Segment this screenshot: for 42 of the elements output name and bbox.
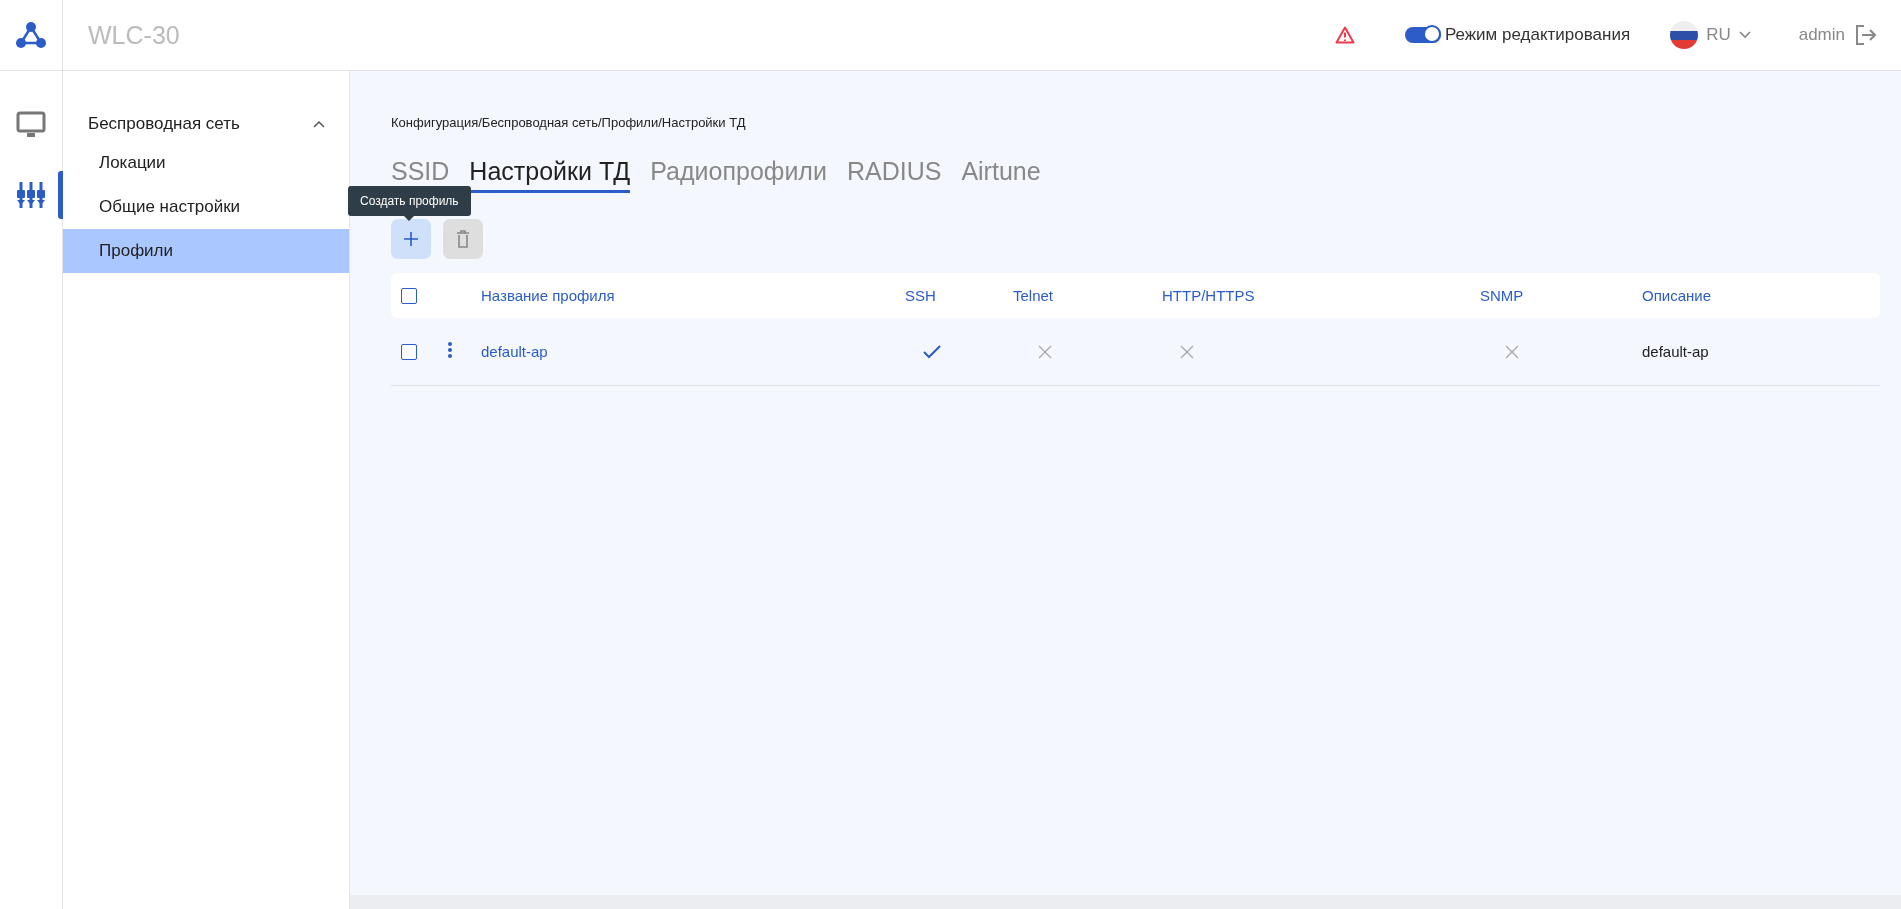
equalizer-icon — [16, 181, 46, 209]
cross-icon — [1505, 344, 1519, 359]
sidebar-group[interactable]: Беспроводная сеть — [63, 107, 349, 141]
edit-mode-toggle[interactable]: Режим редактирования — [1404, 25, 1631, 45]
sidebar-item[interactable]: Локации — [63, 141, 349, 185]
column-header[interactable]: HTTP/HTTPS — [1162, 287, 1480, 304]
select-all-checkbox[interactable] — [401, 287, 417, 304]
cross-icon — [1038, 344, 1052, 359]
language-selector[interactable]: RU — [1670, 21, 1751, 49]
monitor-icon — [16, 111, 46, 139]
chevron-icon — [313, 120, 325, 128]
tab[interactable]: Радиопрофили — [650, 156, 827, 193]
row-checkbox[interactable] — [401, 343, 417, 360]
cross-icon — [1180, 344, 1194, 359]
sidebar-item[interactable]: Общие настройки — [63, 185, 349, 229]
warning-icon[interactable] — [1334, 26, 1355, 44]
tooltip: Создать профиль — [348, 186, 471, 221]
column-header[interactable]: SSH — [905, 287, 1013, 304]
column-header[interactable]: Название профиля — [481, 287, 905, 304]
profile-name-link[interactable]: default-ap — [481, 342, 548, 360]
check-icon — [923, 344, 941, 359]
column-header[interactable]: Telnet — [1013, 287, 1162, 304]
scrollbar-track[interactable] — [350, 895, 1901, 909]
plus-icon — [403, 231, 419, 247]
sidebar-item[interactable]: Профили — [63, 229, 349, 273]
chevron-down-icon — [1738, 31, 1751, 39]
more-icon[interactable] — [446, 342, 454, 361]
logo-icon — [15, 21, 47, 49]
trash-icon — [456, 230, 470, 248]
tab[interactable]: RADIUS — [846, 156, 942, 193]
add-button[interactable] — [391, 219, 431, 259]
column-header[interactable]: Описание — [1642, 287, 1880, 304]
column-header[interactable]: SNMP — [1480, 287, 1642, 304]
logout-icon — [1855, 25, 1877, 45]
breadcrumb: Конфигурация/Беспроводная сеть/Профили/Настройки ТД — [391, 115, 747, 130]
tab[interactable]: Настройки ТД — [469, 156, 631, 193]
flag-icon — [1670, 21, 1699, 49]
delete-button[interactable] — [443, 219, 483, 259]
tab[interactable]: Airtune — [961, 156, 1041, 193]
app-title: WLC-30 — [88, 20, 180, 50]
user-menu[interactable]: admin — [1798, 25, 1877, 45]
table-cell: default-ap — [1642, 342, 1709, 360]
